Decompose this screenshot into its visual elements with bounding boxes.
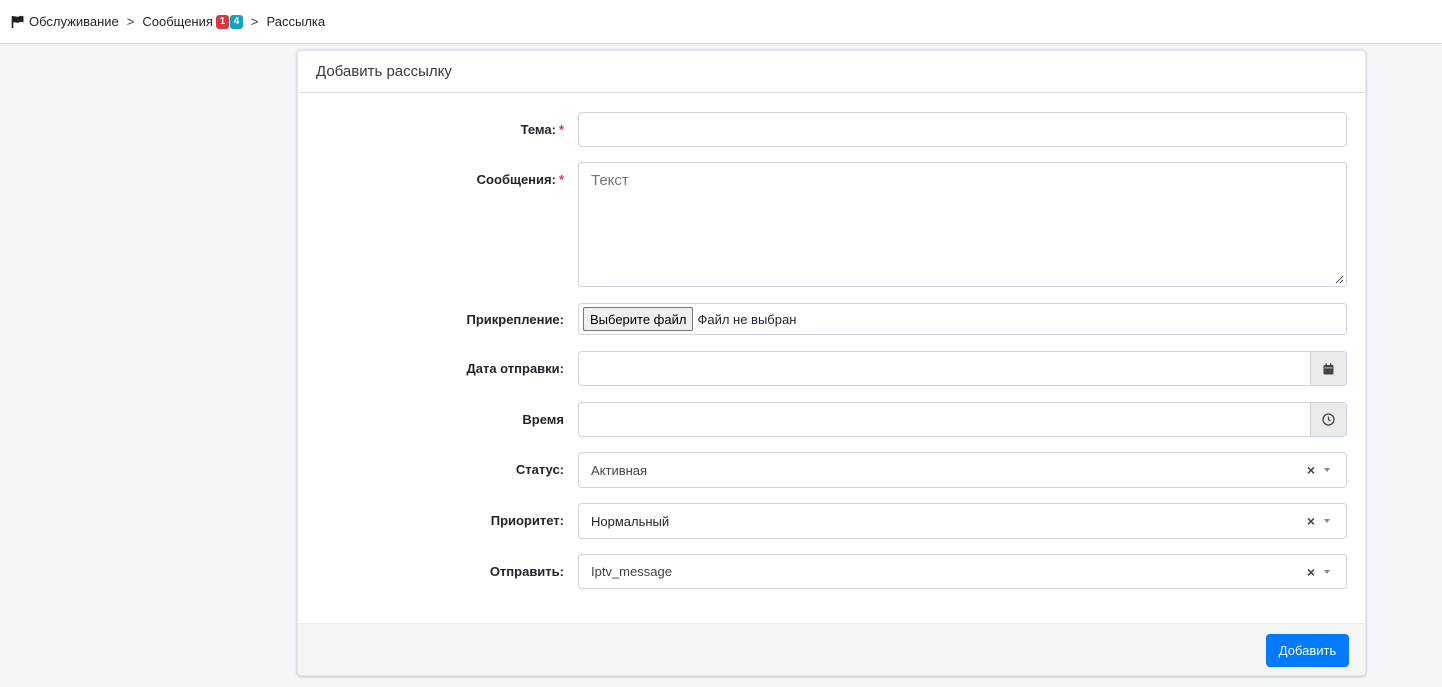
add-button[interactable]: Добавить xyxy=(1266,634,1349,667)
breadcrumb-separator: > xyxy=(126,14,135,29)
breadcrumb-label: Обслуживание xyxy=(29,14,119,29)
send-date-row: Дата отправки: xyxy=(298,351,1365,386)
status-row: Статус: Активная × xyxy=(298,452,1365,488)
message-textarea[interactable]: Текст xyxy=(578,162,1347,287)
calendar-button[interactable] xyxy=(1310,352,1346,385)
send-to-select[interactable]: Iptv_message × xyxy=(578,554,1347,589)
breadcrumb-label: Сообщения xyxy=(142,14,213,29)
status-select[interactable]: Активная × xyxy=(578,452,1347,488)
send-to-value: Iptv_message xyxy=(591,564,672,579)
breadcrumb-label: Рассылка xyxy=(266,14,326,29)
priority-label: Приоритет: xyxy=(490,513,564,528)
clear-selection-icon[interactable]: × xyxy=(1307,462,1315,478)
calendar-icon xyxy=(1323,363,1334,374)
choose-file-button[interactable]: Выберите файл xyxy=(583,307,694,331)
send-to-row: Отправить: Iptv_message × xyxy=(298,554,1365,589)
add-mailing-card: Добавить рассылку Тема: * Сообщения: * Тек… xyxy=(297,50,1366,676)
message-placeholder: Текст xyxy=(591,172,629,189)
priority-select[interactable]: Нормальный × xyxy=(578,503,1347,539)
file-status: Файл не выбран xyxy=(697,311,797,327)
send-to-label: Отправить: xyxy=(489,564,564,579)
unread-count-badge: 1 xyxy=(215,14,229,29)
message-label: Сообщения: * xyxy=(476,172,564,187)
breadcrumb-item-messages[interactable]: Сообщения 1 4 xyxy=(142,14,243,29)
send-date-label: Дата отправки: xyxy=(466,361,564,376)
clear-selection-icon[interactable]: × xyxy=(1307,564,1315,580)
priority-value: Нормальный xyxy=(591,513,670,529)
card-title: Добавить рассылку xyxy=(298,51,1365,93)
status-value: Активная xyxy=(591,462,648,478)
breadcrumb: Обслуживание > Сообщения 1 4 > Рассылка xyxy=(0,0,1442,44)
message-row: Сообщения: * Текст xyxy=(298,162,1365,287)
file-input[interactable]: Выберите файл Файл не выбран xyxy=(578,303,1347,335)
breadcrumb-item-service[interactable]: Обслуживание xyxy=(29,14,119,29)
attachment-row: Прикрепление: Выберите файл Файл не выбр… xyxy=(298,303,1365,335)
breadcrumb-separator: > xyxy=(250,14,259,29)
subject-row: Тема: * xyxy=(298,112,1365,147)
priority-row: Приоритет: Нормальный × xyxy=(298,503,1365,539)
breadcrumb-item-mailing: Рассылка xyxy=(267,14,326,29)
clock-icon xyxy=(1322,413,1335,426)
resize-handle-icon[interactable] xyxy=(1335,275,1344,284)
subject-label: Тема: * xyxy=(520,122,564,137)
chevron-down-icon[interactable] xyxy=(1324,569,1330,574)
send-date-input[interactable] xyxy=(578,351,1347,386)
required-mark: * xyxy=(558,172,564,187)
attachment-label: Прикрепление: xyxy=(466,312,564,327)
time-input[interactable] xyxy=(578,402,1347,437)
status-label: Статус: xyxy=(515,462,564,477)
time-label: Время xyxy=(522,412,564,427)
time-row: Время xyxy=(298,402,1365,437)
required-mark: * xyxy=(558,122,564,137)
subject-input[interactable] xyxy=(578,112,1347,147)
flag-icon xyxy=(11,15,25,29)
chevron-down-icon[interactable] xyxy=(1324,468,1330,472)
total-count-badge: 4 xyxy=(229,14,243,29)
card-footer: Добавить xyxy=(298,623,1365,675)
clear-selection-icon[interactable]: × xyxy=(1307,513,1315,529)
clock-button[interactable] xyxy=(1310,403,1346,436)
chevron-down-icon[interactable] xyxy=(1324,519,1330,523)
